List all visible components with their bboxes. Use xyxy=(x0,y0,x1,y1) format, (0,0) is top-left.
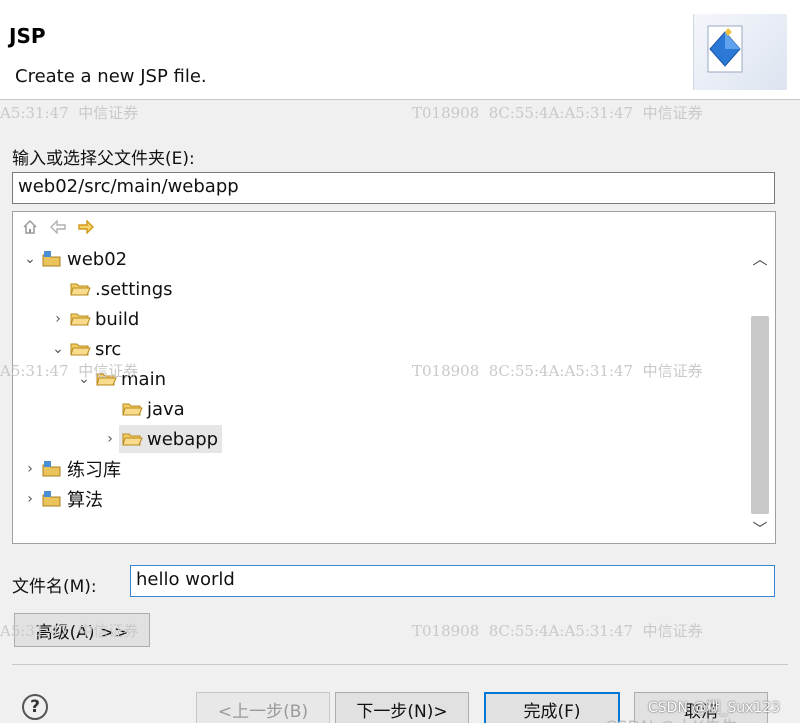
next-button[interactable]: 下一步(N)> xyxy=(335,692,469,723)
chevron-down-icon[interactable]: ⌄ xyxy=(21,250,39,268)
back-arrow-icon[interactable] xyxy=(47,216,69,238)
tree-node-label: src xyxy=(95,338,122,360)
tree-node-label: webapp xyxy=(147,428,219,450)
chevron-down-icon[interactable]: ⌄ xyxy=(75,370,93,388)
folder-icon xyxy=(70,283,91,296)
tree-node-src[interactable]: ⌄ src xyxy=(49,335,125,363)
chevron-down-icon[interactable]: ⌄ xyxy=(49,340,67,358)
folder-icon xyxy=(70,343,91,356)
tree-node-webapp[interactable]: › webapp xyxy=(101,425,223,453)
advanced-button[interactable]: 高级(A) >> xyxy=(14,613,150,647)
tree-node-build[interactable]: › build xyxy=(49,305,143,333)
chevron-right-icon[interactable]: › xyxy=(101,430,119,448)
forward-arrow-icon[interactable] xyxy=(75,216,97,238)
tree-node-java[interactable]: java xyxy=(101,395,189,423)
tree-node-label: build xyxy=(95,308,140,330)
folder-icon xyxy=(96,373,117,386)
folder-icon xyxy=(122,403,143,416)
tree-toolbar xyxy=(19,216,97,238)
folder-icon xyxy=(122,433,143,446)
tree-node-label: 算法 xyxy=(67,490,103,511)
csdn-watermark: CSDN @小K先生 xyxy=(605,713,738,723)
tree-node-label: web02 xyxy=(67,248,128,270)
tree-node-label: main xyxy=(121,368,166,390)
watermark-text: T018908 8C:55:4A:A5:31:47 中信证券 xyxy=(412,622,703,640)
vertical-scrollbar[interactable]: ︿ ﹀ xyxy=(745,244,775,544)
tree-node-label: java xyxy=(147,398,185,420)
chevron-right-icon[interactable]: › xyxy=(21,490,39,508)
wizard-header: JSP Create a new JSP file. xyxy=(0,0,800,100)
chevron-right-icon[interactable]: › xyxy=(21,460,39,478)
wizard-banner xyxy=(693,14,787,90)
chevron-right-icon[interactable]: › xyxy=(49,310,67,328)
watermark-text: T018908 8C:55:4A:A5:31:47 中信证券 xyxy=(412,104,703,122)
tree-node-label: .settings xyxy=(95,278,173,300)
finish-button[interactable]: 完成(F) xyxy=(484,692,620,723)
project-icon xyxy=(42,491,61,507)
tree-node-algorithm[interactable]: › 算法 xyxy=(21,485,107,513)
tree-node-practice[interactable]: › 练习库 xyxy=(21,455,125,483)
scroll-up-icon[interactable]: ︿ xyxy=(745,246,775,270)
home-icon[interactable] xyxy=(19,216,41,238)
folder-tree[interactable]: ⌄ web02 .settings › build ⌄ src ⌄ main j… xyxy=(12,211,776,544)
project-icon xyxy=(42,251,61,267)
tree-node-settings[interactable]: .settings xyxy=(49,275,177,303)
back-button[interactable]: <上一步(B) xyxy=(196,692,330,723)
scroll-down-icon[interactable]: ﹀ xyxy=(745,516,775,540)
parent-folder-input[interactable]: web02/src/main/webapp xyxy=(12,172,775,204)
divider xyxy=(12,664,788,665)
scroll-thumb[interactable] xyxy=(751,316,769,514)
wizard-description: Create a new JSP file. xyxy=(15,66,207,87)
file-name-label: 文件名(M): xyxy=(12,577,97,597)
jsp-wizard-icon xyxy=(707,25,743,73)
wizard-title: JSP xyxy=(9,24,46,48)
project-icon xyxy=(42,461,61,477)
help-icon[interactable]: ? xyxy=(22,694,48,720)
tree-node-web02[interactable]: ⌄ web02 xyxy=(21,245,131,273)
watermark-text: A5:31:47 中信证券 xyxy=(0,104,139,122)
file-name-input[interactable]: hello world xyxy=(130,565,775,597)
parent-folder-label: 输入或选择父文件夹(E): xyxy=(12,149,195,169)
tree-node-label: 练习库 xyxy=(67,460,121,481)
folder-icon xyxy=(70,313,91,326)
tree-node-main[interactable]: ⌄ main xyxy=(75,365,170,393)
